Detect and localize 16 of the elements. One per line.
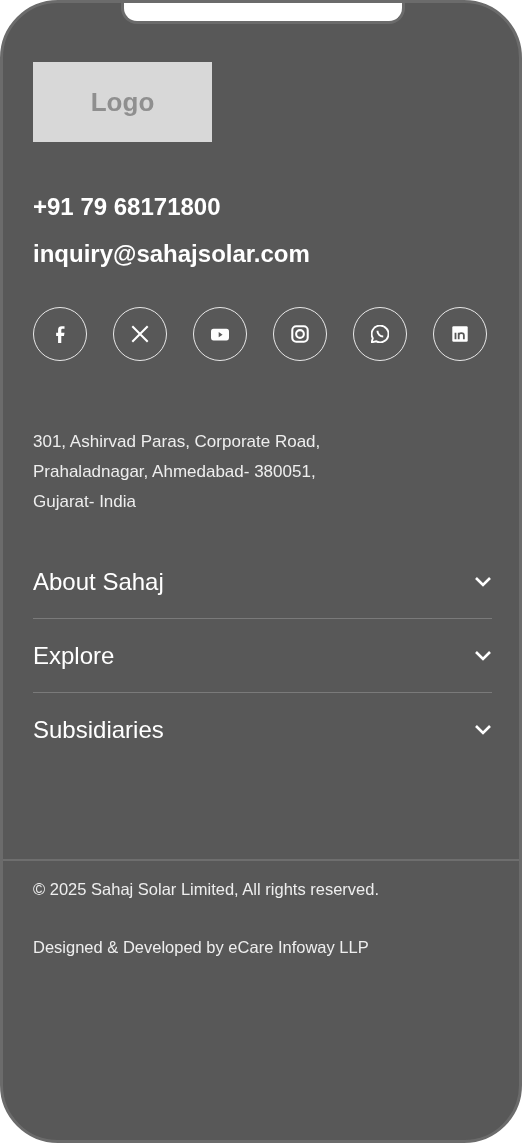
address-text: 301, Ashirvad Paras, Corporate Road, Prahaladnagar, Ahmedabad- 380051, Gujarat- India xyxy=(33,431,322,513)
chat-phone-icon xyxy=(371,325,389,343)
professional-network-icon xyxy=(451,325,469,343)
credit-text: Designed & Developed by eCare Infoway LLP xyxy=(33,937,370,958)
x-logo-icon xyxy=(131,325,149,343)
chevron-icon xyxy=(474,649,492,662)
copyright-text: © 2025 Sahaj Solar Limited, All rights reserved. xyxy=(33,879,380,900)
phone-number[interactable]: +91 79 68171800 xyxy=(33,192,489,222)
chevron-icon xyxy=(474,724,492,736)
accordion-header[interactable]: About Sahaj xyxy=(33,545,492,619)
chevron-icon xyxy=(474,575,492,588)
camera-icon xyxy=(291,325,309,343)
logo-text: Logo xyxy=(90,85,155,119)
accordion-header[interactable]: Explore xyxy=(33,619,492,693)
email-link[interactable]: inquiry@sahajsolar.com xyxy=(33,239,489,269)
accordion-header[interactable]: Subsidiaries xyxy=(33,693,492,767)
